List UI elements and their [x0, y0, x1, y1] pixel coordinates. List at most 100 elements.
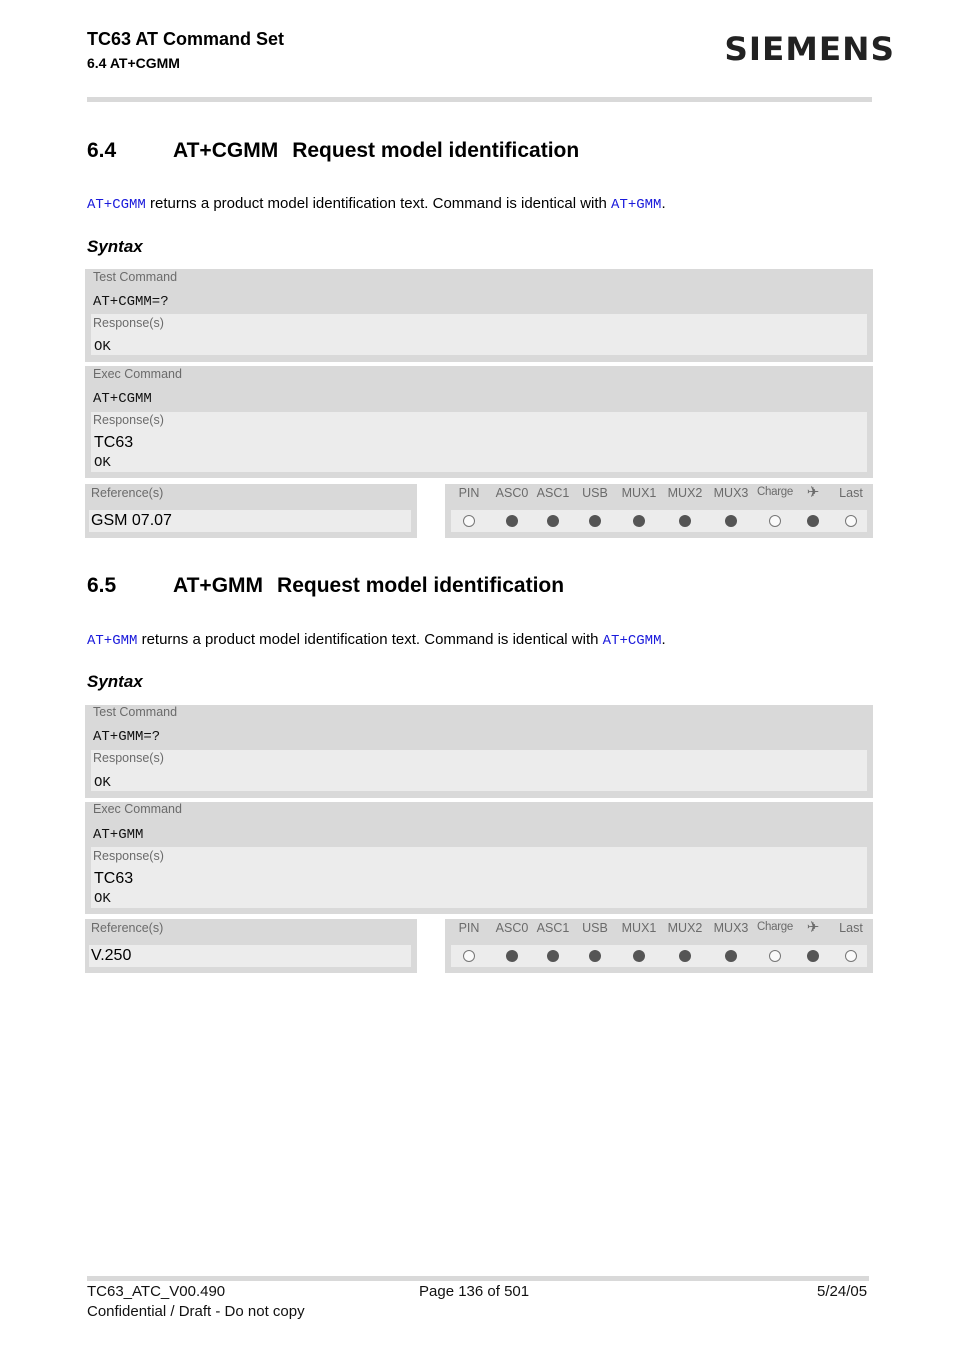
flag-label-usb: USB — [582, 486, 608, 500]
reference-value: V.250 — [89, 945, 411, 967]
flag-label-charge: Charge — [757, 921, 793, 933]
response-panel: Response(s) OK — [91, 750, 867, 791]
empty-circle-icon — [769, 950, 781, 962]
empty-circle-icon — [845, 515, 857, 527]
filled-circle-icon — [725, 515, 737, 527]
exec-command-panel: Exec Command AT+GMM Response(s) TC63 OK — [85, 802, 873, 914]
test-command-text: AT+CGMM=? — [93, 294, 169, 310]
flag-label-pin: PIN — [458, 486, 480, 500]
command-link[interactable]: AT+GMM — [87, 633, 137, 649]
empty-circle-icon — [845, 950, 857, 962]
reference-value: GSM 07.07 — [89, 510, 411, 532]
exec-command-label: Exec Command — [93, 802, 182, 816]
exec-command-text: AT+CGMM — [93, 391, 152, 407]
test-command-label: Test Command — [93, 270, 178, 284]
syntax-heading: Syntax — [87, 672, 143, 691]
reference-label: Reference(s) — [91, 486, 164, 500]
flag-label-mux2: MUX2 — [667, 486, 703, 500]
flag-label-asc1: ASC1 — [536, 486, 570, 500]
intro-end: . — [661, 195, 666, 212]
response-text: OK — [94, 339, 111, 355]
intro-text: returns a product model identification t… — [137, 631, 603, 648]
footer-doc-id: TC63_ATC_V00.490 — [87, 1283, 226, 1300]
footer-divider — [87, 1276, 869, 1281]
flag-label-charge: Charge — [757, 486, 793, 498]
reference-panel: Reference(s) V.250 — [85, 919, 417, 973]
filled-circle-icon — [807, 515, 819, 527]
siemens-logo: SIEMENS — [724, 30, 896, 68]
response-panel: Response(s) TC63 OK — [91, 412, 867, 472]
document-subtitle: 6.4 AT+CGMM — [87, 55, 180, 71]
filled-circle-icon — [679, 515, 691, 527]
footer-date: 5/24/05 — [817, 1283, 868, 1300]
exec-command-label: Exec Command — [93, 367, 182, 381]
filled-circle-icon — [506, 515, 518, 527]
section-number: 6.5 — [87, 574, 117, 597]
response-value: TC63 — [94, 870, 134, 887]
response-value: TC63 — [94, 434, 134, 451]
response-panel: Response(s) OK — [91, 314, 867, 355]
airplane-mode-icon: ✈ — [806, 919, 820, 936]
flag-label-usb: USB — [582, 921, 608, 935]
response-label: Response(s) — [93, 316, 164, 330]
flags-indicators — [451, 510, 867, 532]
section-title: Request model identification — [292, 139, 580, 162]
flag-label-asc0: ASC0 — [495, 486, 529, 500]
flag-label-asc1: ASC1 — [536, 921, 570, 935]
footer-page-number: Page 136 of 501 — [419, 1283, 530, 1300]
response-label: Response(s) — [93, 413, 164, 427]
empty-circle-icon — [769, 515, 781, 527]
flags-indicators — [451, 945, 867, 967]
filled-circle-icon — [547, 950, 559, 962]
flags-panel: PIN ASC0 ASC1 USB MUX1 MUX2 MUX3 Charge ✈ Last — [445, 919, 873, 973]
document-title: TC63 AT Command Set — [87, 29, 285, 49]
section-heading: 6.5 AT+GMM Request model identification — [87, 574, 564, 598]
filled-circle-icon — [633, 950, 645, 962]
header-divider — [87, 97, 872, 102]
command-link[interactable]: AT+CGMM — [87, 197, 146, 213]
airplane-mode-icon: ✈ — [806, 484, 820, 501]
empty-circle-icon — [463, 515, 475, 527]
filled-circle-icon — [679, 950, 691, 962]
command-link[interactable]: AT+GMM — [611, 197, 661, 213]
response-text: OK — [94, 775, 111, 791]
filled-circle-icon — [589, 950, 601, 962]
response-label: Response(s) — [93, 849, 164, 863]
response-text: OK — [94, 891, 111, 907]
reference-panel: Reference(s) GSM 07.07 — [85, 484, 417, 538]
flag-label-mux1: MUX1 — [621, 486, 657, 500]
flag-label-last: Last — [839, 921, 863, 935]
flags-labels: PIN ASC0 ASC1 USB MUX1 MUX2 MUX3 Charge ✈ Last — [445, 919, 873, 939]
test-command-text: AT+GMM=? — [93, 729, 161, 745]
section-heading: 6.4 AT+CGMM Request model identification — [87, 139, 579, 163]
syntax-heading: Syntax — [87, 237, 143, 256]
section-number: 6.4 — [87, 139, 117, 162]
intro-end: . — [661, 631, 666, 648]
flag-label-last: Last — [839, 486, 863, 500]
flags-panel: PIN ASC0 ASC1 USB MUX1 MUX2 MUX3 Charge ✈ Last — [445, 484, 873, 538]
filled-circle-icon — [807, 950, 819, 962]
section-intro: AT+CGMM returns a product model identifi… — [87, 195, 666, 213]
flags-labels: PIN ASC0 ASC1 USB MUX1 MUX2 MUX3 Charge ✈ Last — [445, 484, 873, 504]
flag-label-pin: PIN — [458, 921, 480, 935]
empty-circle-icon — [463, 950, 475, 962]
filled-circle-icon — [547, 515, 559, 527]
exec-command-panel: Exec Command AT+CGMM Response(s) TC63 OK — [85, 366, 873, 478]
test-command-panel: Test Command AT+CGMM=? Response(s) OK — [85, 269, 873, 362]
section-title: Request model identification — [277, 574, 565, 597]
flag-label-asc0: ASC0 — [495, 921, 529, 935]
flag-label-mux1: MUX1 — [621, 921, 657, 935]
flag-label-mux2: MUX2 — [667, 921, 703, 935]
command-link[interactable]: AT+CGMM — [603, 633, 662, 649]
filled-circle-icon — [725, 950, 737, 962]
footer-notice: Confidential / Draft - Do not copy — [87, 1303, 305, 1320]
exec-command-text: AT+GMM — [93, 827, 144, 843]
flag-label-mux3: MUX3 — [713, 486, 749, 500]
filled-circle-icon — [633, 515, 645, 527]
intro-text: returns a product model identification t… — [145, 195, 612, 212]
response-label: Response(s) — [93, 751, 164, 765]
filled-circle-icon — [589, 515, 601, 527]
reference-label: Reference(s) — [91, 921, 164, 935]
response-text: OK — [94, 455, 111, 471]
test-command-label: Test Command — [93, 705, 178, 719]
